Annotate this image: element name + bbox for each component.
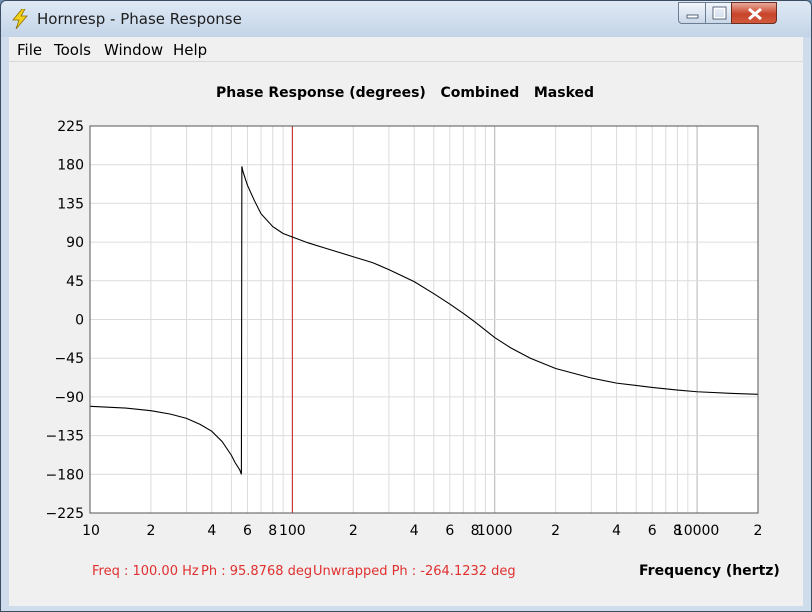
y-tick-label: 225 [57,119,84,135]
x-tick-label: 8 [268,523,277,539]
status-unwrapped-phase: Unwrapped Ph : -264.1232 deg [313,564,516,579]
status-frequency: Freq : 100.00 Hz [92,564,199,579]
x-tick-label: 4 [207,523,216,539]
y-tick-label: −135 [46,429,84,445]
x-tick-label: 100 [279,523,306,539]
x-tick-label: 2 [754,523,763,539]
y-tick-label: −225 [46,506,84,522]
phase-response-chart[interactable]: 22518013590450−45−90−135−180−22510 2 4 6 8 10… [0,0,812,612]
y-tick-label: 90 [66,235,84,251]
x-tick-label: 1000 [477,523,513,539]
x-tick-label: 4 [612,523,621,539]
status-phase: Ph : 95.8768 deg [201,564,313,579]
y-tick-label: 180 [57,158,84,174]
x-tick-label: 2 [146,523,155,539]
x-tick-label: 6 [445,523,454,539]
y-tick-label: −180 [46,467,84,483]
x-tick-label: 4 [410,523,419,539]
x-axis-label: Frequency (hertz) [639,563,780,579]
y-tick-label: 135 [57,196,84,212]
x-tick-label: 6 [243,523,252,539]
y-tick-label: 0 [75,313,84,329]
x-tick-label: 10 [82,523,100,539]
y-tick-label: −45 [54,351,84,367]
y-tick-label: 45 [66,274,84,290]
x-tick-label: 10000 [675,523,720,539]
x-tick-label: 6 [648,523,657,539]
y-tick-label: −90 [54,390,84,406]
x-tick-label: 2 [551,523,560,539]
x-tick-label: 2 [349,523,358,539]
